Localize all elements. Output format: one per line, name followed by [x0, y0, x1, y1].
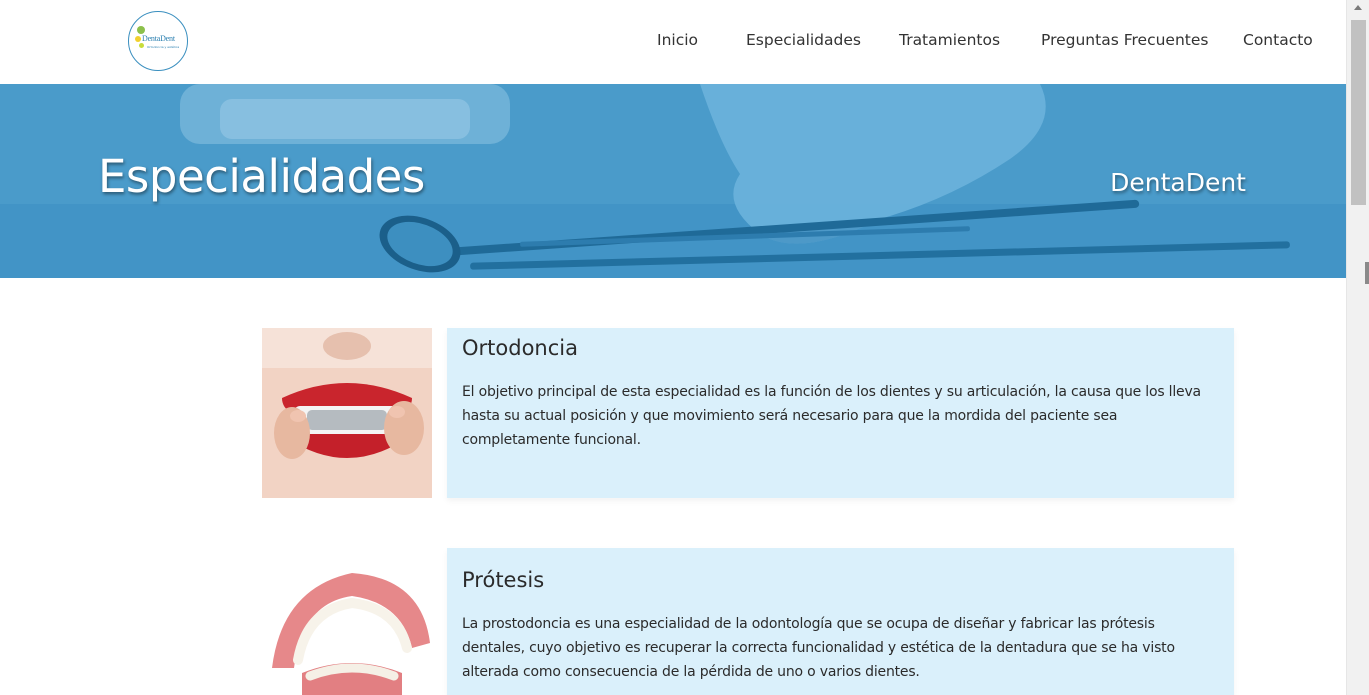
protesis-title: Prótesis — [462, 568, 545, 592]
dentadent-logo[interactable]: DentaDent Ortodoncia y estética — [128, 11, 188, 71]
scroll-up-arrow-icon[interactable] — [1354, 5, 1362, 10]
page-title: Especialidades — [98, 150, 425, 203]
orthodontic-aligner-photo-icon — [262, 328, 432, 498]
denture-photo-icon — [262, 548, 432, 695]
nav-item-especialidades[interactable]: Especialidades — [746, 31, 861, 49]
protesis-image — [262, 548, 432, 695]
protesis-card: Prótesis La prostodoncia es una especial… — [447, 548, 1234, 695]
logo-dot-green-icon — [137, 26, 145, 34]
scrollbar-thumb[interactable] — [1351, 20, 1366, 205]
logo-tagline: Ortodoncia y estética — [147, 45, 180, 49]
logo-name: DentaDent — [142, 34, 175, 43]
page-scrollbar[interactable] — [1346, 0, 1369, 695]
ortodoncia-title: Ortodoncia — [462, 336, 578, 360]
scrollbar-marker — [1365, 262, 1369, 284]
protesis-description: La prostodoncia es una especialidad de l… — [462, 616, 1175, 680]
logo-dot-yellow-icon — [135, 36, 141, 42]
ortodoncia-description: El objetivo principal de esta especialid… — [462, 384, 1201, 448]
nav-item-tratamientos[interactable]: Tratamientos — [899, 31, 1000, 49]
nav-item-preguntas-frecuentes[interactable]: Preguntas Frecuentes — [1041, 31, 1208, 49]
ortodoncia-image — [262, 328, 432, 498]
nav-item-contacto[interactable]: Contacto — [1243, 31, 1313, 49]
hero-brand-name: DentaDent — [1110, 168, 1246, 197]
ortodoncia-card: Ortodoncia El objetivo principal de esta… — [447, 328, 1234, 498]
logo-dot-lime-icon — [139, 43, 144, 48]
nav-item-inicio[interactable]: Inicio — [657, 31, 698, 49]
hero-banner: Especialidades DentaDent — [0, 84, 1346, 278]
site-header: DentaDent Ortodoncia y estética Inicio E… — [0, 0, 1346, 84]
